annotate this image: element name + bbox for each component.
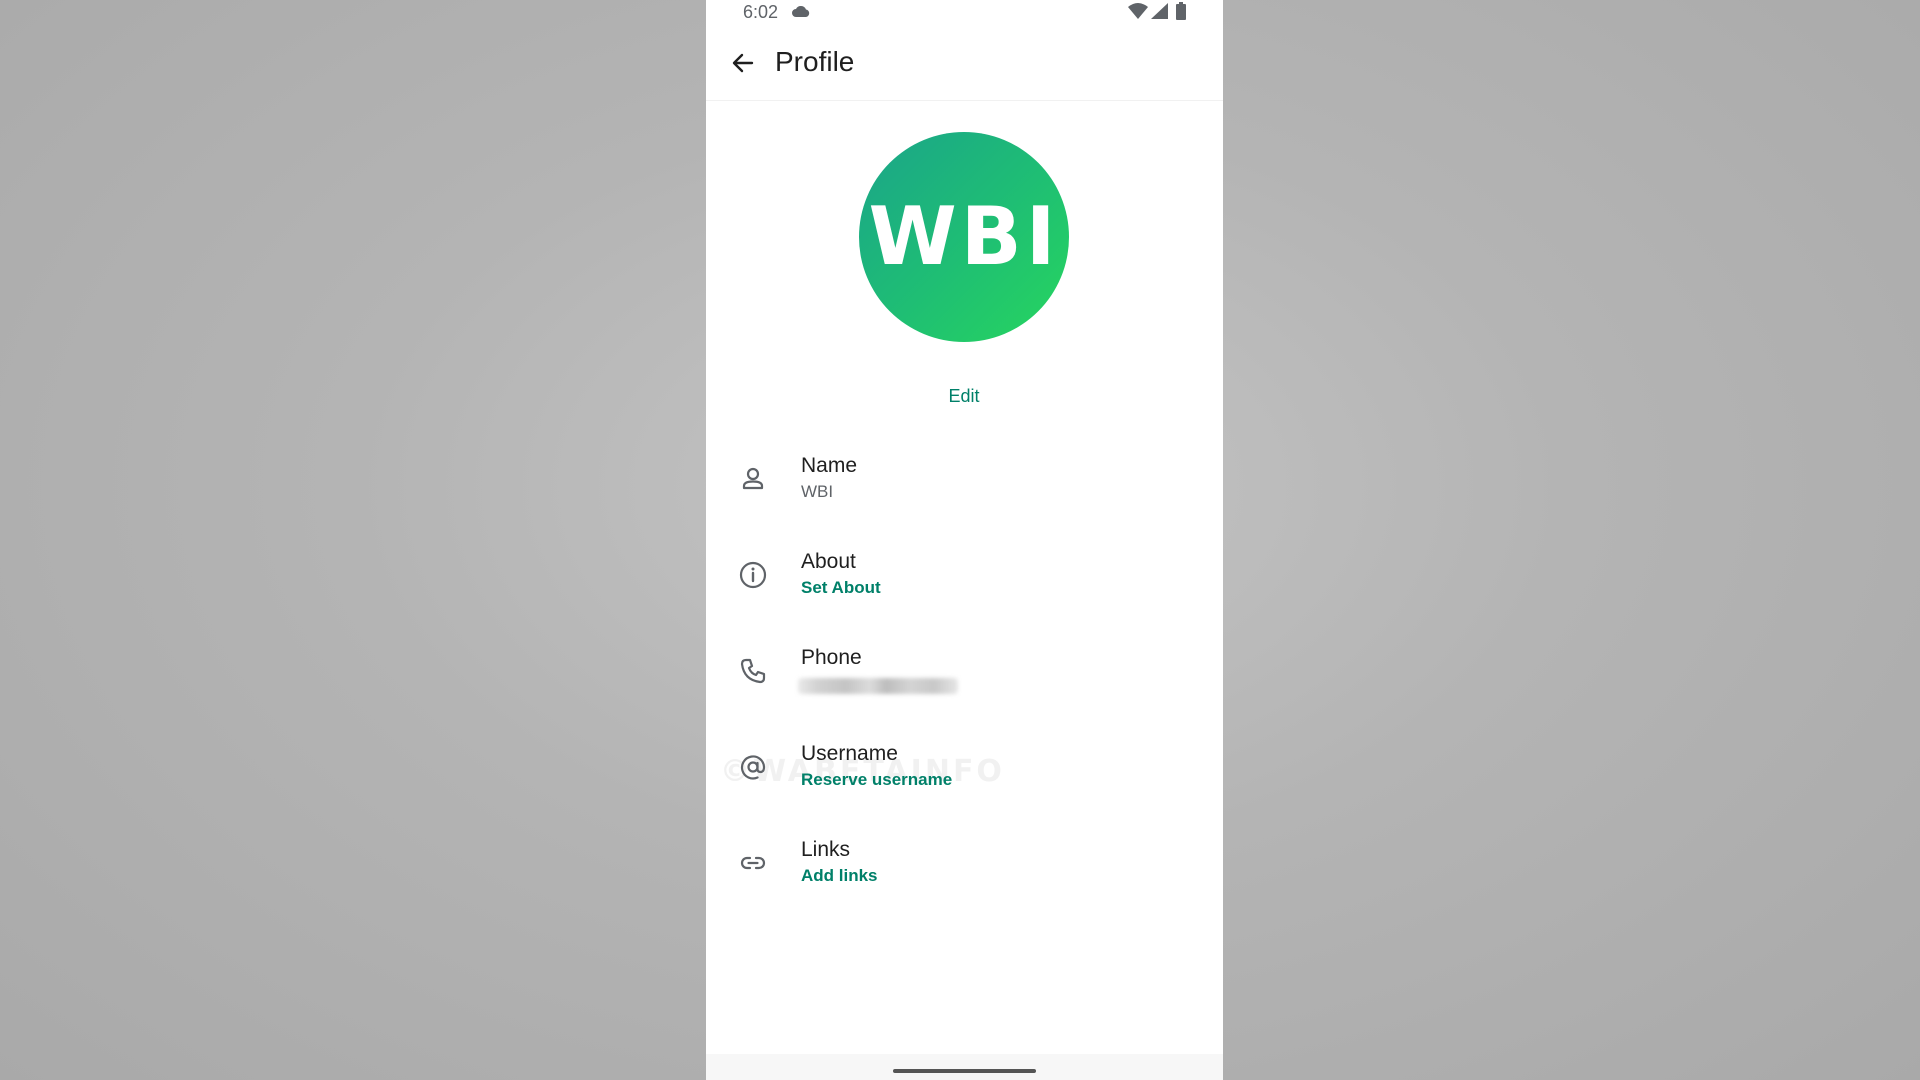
username-value: Reserve username <box>801 770 953 789</box>
cloud-icon <box>792 6 810 17</box>
link-icon <box>740 856 766 870</box>
name-row[interactable]: Name WBI <box>706 430 1223 526</box>
battery-icon <box>1176 2 1186 20</box>
about-value: Set About <box>801 578 881 597</box>
info-icon <box>739 561 767 589</box>
at-sign-icon <box>740 755 766 780</box>
status-time: 6:02 <box>743 2 779 22</box>
app-bar: Profile <box>706 26 1223 101</box>
username-row[interactable]: ©WABETAINFO Username Reserve username <box>706 718 1223 814</box>
blurred-phone-number <box>798 678 958 694</box>
phone-label: Phone <box>801 646 862 669</box>
profile-details-list: Name WBI About Set About Phone ©WABETAIN… <box>706 430 1223 910</box>
navigation-bar <box>706 1054 1223 1080</box>
page-title: Profile <box>775 46 855 77</box>
arrow-left-icon <box>732 53 754 73</box>
avatar-text: WBI <box>868 190 1060 283</box>
phone-screen: 6:02 Profile WBI Edit Name WBI About Set… <box>706 0 1223 1080</box>
phone-icon <box>740 658 766 684</box>
edit-photo-link[interactable]: Edit <box>914 386 1014 407</box>
about-row[interactable]: About Set About <box>706 526 1223 622</box>
home-gesture-handle[interactable] <box>893 1069 1036 1073</box>
links-label: Links <box>801 838 851 861</box>
back-button[interactable] <box>724 44 762 82</box>
name-label: Name <box>801 454 858 477</box>
wifi-icon <box>1128 3 1148 19</box>
phone-row[interactable]: Phone <box>706 622 1223 718</box>
person-icon <box>742 467 764 490</box>
name-value: WBI <box>801 482 834 501</box>
status-bar: 6:02 <box>706 0 1223 26</box>
username-label: Username <box>801 742 898 765</box>
about-label: About <box>801 550 856 573</box>
links-row[interactable]: Links Add links <box>706 814 1223 910</box>
links-value: Add links <box>801 866 878 885</box>
signal-icon <box>1151 3 1168 19</box>
profile-avatar[interactable]: WBI <box>859 132 1069 342</box>
